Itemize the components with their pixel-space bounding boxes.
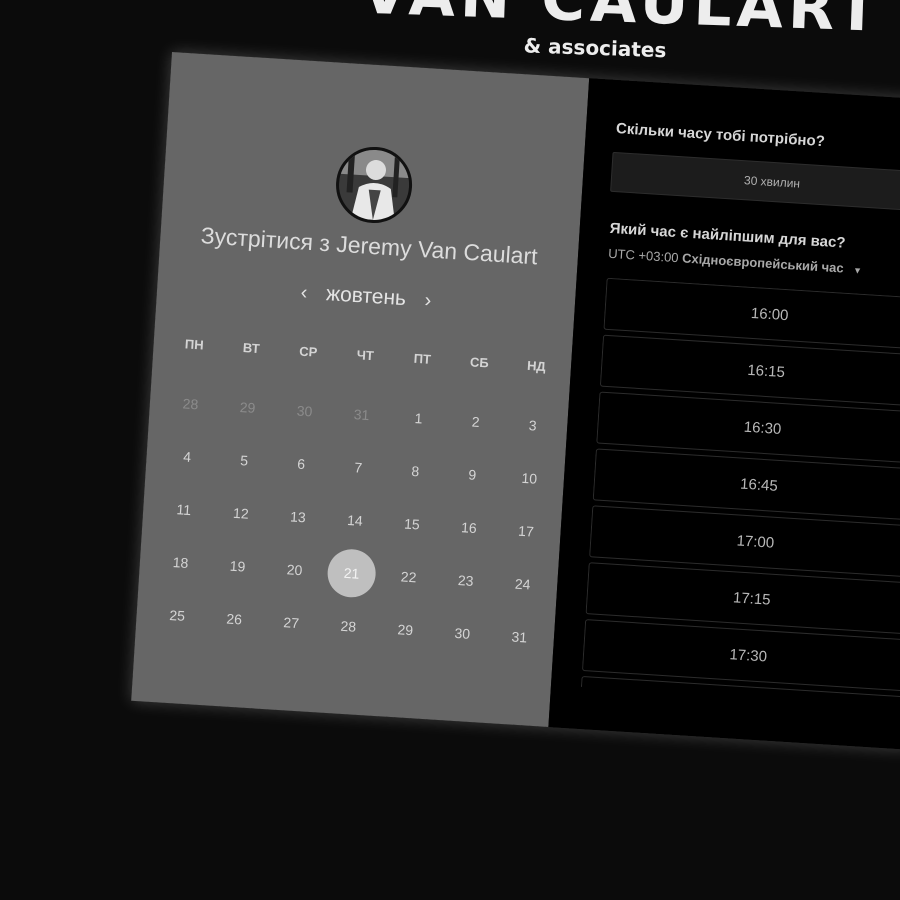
timezone-offset: UTC +03:00	[607, 245, 680, 266]
calendar-day-label: 25	[168, 606, 186, 624]
calendar-day-label: 8	[410, 462, 420, 479]
weekday-header: ЧТ	[356, 346, 375, 363]
person-photo-icon	[336, 147, 412, 223]
calendar-day-label: 16	[460, 518, 478, 536]
calendar-day-label: 18	[172, 553, 189, 571]
calendar-grid: ПН ВТ СР ЧТ ПТ СБ НД 28 29 30 31 1 2 3 4 5 6 7 8 9 10 11 12 13 1…	[147, 322, 566, 664]
calendar-day[interactable]: 20	[264, 541, 324, 597]
calendar-day-label: 10	[521, 469, 538, 487]
calendar-day[interactable]: 17	[496, 502, 556, 558]
calendar-day[interactable]: 29	[375, 601, 435, 657]
calendar-day[interactable]: 25	[147, 587, 207, 643]
calendar-day[interactable]: 24	[493, 555, 553, 611]
calendar-day-label: 15	[403, 515, 421, 532]
calendar-day-label: 23	[457, 571, 474, 589]
calendar-day-label: 28	[182, 394, 199, 412]
calendar-day-label: 3	[528, 416, 538, 434]
calendar-day[interactable]: 28	[318, 597, 378, 653]
duration-question: Скільки часу тобі потрібно?	[615, 120, 826, 151]
calendar-day-label: 20	[286, 560, 303, 578]
calendar-day-label: 29	[397, 620, 414, 638]
calendar-day[interactable]: 7	[328, 439, 388, 495]
weekday-header: СБ	[469, 353, 490, 370]
calendar-day[interactable]: 1	[388, 389, 448, 445]
calendar-day[interactable]: 22	[378, 548, 438, 604]
time-slot-list: 16:00 16:15 16:30 16:45 17:00 17:15 17:30	[580, 277, 900, 708]
calendar-day: 29	[217, 379, 277, 435]
calendar-panel: Зустрітися з Jeremy Van Caulart ‹ жовтен…	[131, 52, 590, 727]
calendar-day[interactable]: 8	[385, 442, 445, 498]
calendar-day-label: 6	[296, 455, 306, 472]
weekday-header: СР	[298, 343, 318, 360]
calendar-day[interactable]: 16	[439, 499, 499, 555]
calendar-day-label: 21	[326, 547, 378, 599]
calendar-day-label: 13	[289, 507, 307, 525]
avatar	[333, 144, 415, 226]
timezone-name: Східноєвропейський час	[681, 250, 845, 276]
calendar-day-label: 28	[340, 617, 357, 635]
calendar-day-label: 24	[514, 575, 532, 593]
page: VAN CAULART & associates Зустрітися з Je…	[0, 0, 900, 900]
calendar-day-label: 30	[454, 624, 471, 642]
calendar-day[interactable]: 10	[499, 450, 559, 506]
calendar-day-label: 31	[353, 405, 370, 423]
next-month-chevron-right-icon[interactable]: ›	[419, 289, 436, 313]
calendar-day-label: 9	[467, 465, 477, 483]
calendar-day-label: 26	[225, 610, 243, 628]
caret-down-icon: ▼	[852, 265, 863, 276]
calendar-day[interactable]: 3	[503, 397, 563, 453]
calendar-day: 31	[331, 386, 391, 442]
scheduling-widget: Зустрітися з Jeremy Van Caulart ‹ жовтен…	[131, 52, 900, 750]
calendar-day[interactable]: 15	[382, 495, 442, 551]
calendar-day-label: 12	[232, 504, 250, 522]
weekday-header: ПН	[184, 335, 205, 353]
calendar-day[interactable]: 4	[157, 428, 217, 484]
calendar-day-label: 7	[353, 458, 363, 476]
calendar-day[interactable]: 23	[436, 552, 496, 608]
calendar-day[interactable]: 31	[489, 608, 549, 664]
weekday-header: ВТ	[242, 339, 261, 356]
calendar-day[interactable]: 2	[446, 393, 506, 449]
calendar-day-label: 4	[182, 448, 192, 465]
calendar-day-label: 29	[239, 398, 256, 416]
time-question: Який час є найліпшим для вас?	[609, 219, 846, 252]
calendar-day-label: 31	[511, 627, 528, 645]
month-label: жовтень	[325, 282, 407, 311]
meeting-title: Зустрітися з Jeremy Van Caulart	[200, 222, 539, 270]
calendar-day[interactable]: 18	[150, 534, 210, 590]
calendar-day-label: 22	[400, 567, 417, 585]
calendar-day[interactable]: 9	[442, 446, 502, 502]
calendar-day-label: 30	[296, 402, 313, 420]
duration-select[interactable]: 30 хвилин	[610, 151, 900, 213]
month-navigation: ‹ жовтень ›	[157, 272, 576, 322]
timezone-selector[interactable]: UTC +03:00 Східноєвропейський час ▼	[608, 246, 863, 277]
calendar-day-label: 5	[239, 451, 249, 469]
calendar-day[interactable]: 26	[204, 590, 264, 646]
calendar-day-label: 1	[414, 409, 424, 426]
calendar-day[interactable]: 11	[154, 481, 214, 537]
calendar-day-label: 2	[471, 413, 481, 430]
calendar-day[interactable]: 13	[268, 488, 328, 544]
calendar-day-label: 19	[229, 557, 246, 575]
weekday-header: НД	[526, 357, 547, 374]
calendar-day[interactable]: 12	[211, 484, 271, 540]
calendar-day[interactable]: 14	[325, 492, 385, 548]
calendar-day-selected[interactable]: 21	[321, 545, 381, 601]
calendar-day: 30	[274, 382, 334, 438]
calendar-day[interactable]: 30	[432, 605, 492, 661]
calendar-day[interactable]: 6	[271, 435, 331, 491]
calendar-day-label: 14	[346, 511, 364, 529]
prev-month-chevron-left-icon[interactable]: ‹	[295, 281, 312, 305]
calendar-day[interactable]: 27	[261, 594, 321, 650]
calendar-day: 28	[160, 375, 220, 431]
calendar-day-label: 11	[176, 500, 192, 518]
calendar-day[interactable]: 19	[207, 537, 267, 593]
time-panel: Скільки часу тобі потрібно? 30 хвилин Як…	[548, 78, 900, 750]
calendar-day-label: 27	[283, 613, 300, 631]
calendar-day[interactable]: 5	[214, 432, 274, 488]
weekday-header: ПТ	[413, 350, 432, 367]
brand-subtitle: & associates	[523, 33, 667, 63]
calendar-day-label: 17	[517, 522, 535, 540]
